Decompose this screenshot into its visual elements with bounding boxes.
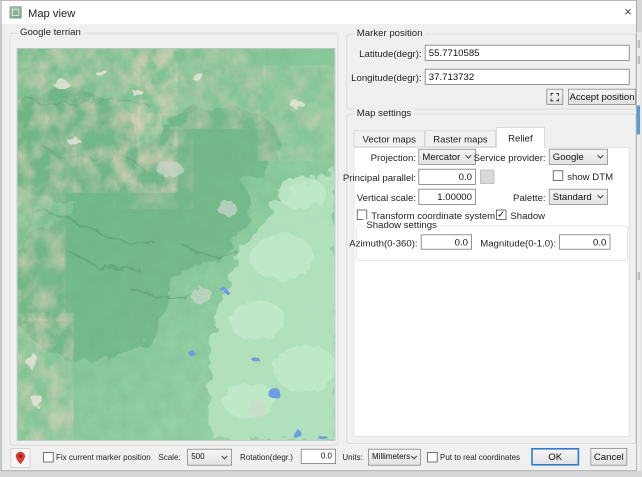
fix-marker-label: Fix current marker position	[56, 453, 151, 463]
palette-label: Palette:	[513, 192, 546, 204]
put-real-coordinates-label: Put to real coordinates	[440, 453, 521, 463]
app-icon	[9, 6, 22, 19]
palette-value: Standard	[552, 191, 592, 203]
focus-corners-icon	[550, 92, 559, 101]
palette-select[interactable]: Standard	[548, 188, 608, 205]
google-terrain-group-label: Google terrian	[16, 26, 85, 38]
center-on-marker-button[interactable]	[546, 88, 564, 105]
chevron-down-icon	[221, 455, 228, 460]
service-provider-select[interactable]: Google	[548, 148, 608, 165]
cancel-button[interactable]: Cancel	[590, 448, 628, 466]
screen: Map view × Google terrian Marker positio…	[0, 0, 642, 477]
title-bar[interactable]: Map view ×	[1, 0, 637, 25]
marker-tool-button[interactable]	[10, 448, 31, 468]
shadow-settings-group-label: Shadow settings	[363, 219, 441, 231]
screen-edge-artifact	[636, 32, 642, 471]
chevron-down-icon	[597, 154, 604, 159]
latitude-input[interactable]	[424, 44, 630, 61]
units-label: Units:	[342, 453, 363, 463]
tab-vector-maps[interactable]: Vector maps	[353, 130, 425, 148]
put-real-coordinates-checkbox[interactable]	[427, 452, 438, 463]
show-dtm-checkbox[interactable]	[552, 170, 564, 181]
map-view-dialog: Map view × Google terrian Marker positio…	[0, 0, 637, 472]
ok-button[interactable]: OK	[531, 448, 580, 466]
principal-parallel-input[interactable]	[418, 168, 476, 185]
magnitude-input[interactable]	[559, 234, 611, 250]
chevron-down-icon	[410, 455, 417, 460]
scale-value: 500	[191, 452, 205, 462]
red-map-pin-icon	[15, 451, 25, 465]
map-settings-group-label: Map settings	[353, 107, 415, 119]
scale-label: Scale:	[158, 453, 181, 463]
marker-position-group-label: Marker position	[353, 27, 426, 39]
fix-marker-checkbox[interactable]	[43, 452, 54, 463]
service-provider-label: Service provider:	[473, 152, 546, 164]
latitude-label: Latitude(degr):	[359, 48, 422, 60]
scale-select[interactable]: 500	[187, 448, 232, 466]
longitude-label: Longitude(degr):	[351, 72, 422, 84]
units-value: Millimeters	[372, 452, 411, 462]
vertical-scale-input[interactable]	[418, 188, 476, 205]
accept-position-button[interactable]: Accept position	[568, 88, 636, 105]
window-title: Map view	[28, 6, 76, 20]
vertical-scale-label: Vertical scale:	[356, 192, 416, 204]
principal-parallel-label: Principal parallel:	[342, 172, 416, 184]
azimuth-input[interactable]	[420, 234, 472, 250]
chevron-down-icon	[597, 194, 604, 199]
check-icon: ✓	[497, 208, 506, 220]
magnitude-label: Magnitude(0-1.0):	[480, 237, 556, 249]
terrain-map-image	[17, 48, 335, 441]
principal-parallel-picker-button	[480, 169, 495, 184]
tab-raster-maps[interactable]: Raster maps	[424, 130, 496, 148]
service-provider-value: Google	[552, 151, 584, 163]
longitude-input[interactable]	[424, 68, 630, 85]
terrain-map[interactable]	[16, 48, 336, 441]
projection-label: Projection:	[370, 152, 416, 164]
tab-relief[interactable]: Relief	[496, 127, 545, 148]
rotation-label: Rotation(degr.)	[240, 453, 293, 463]
show-dtm-label: show DTM	[567, 171, 614, 183]
shadow-label: Shadow	[510, 210, 546, 222]
shadow-checkbox[interactable]: ✓	[496, 208, 507, 220]
rotation-input[interactable]	[300, 448, 336, 464]
close-icon[interactable]: ×	[619, 4, 637, 22]
units-select[interactable]: Millimeters	[368, 448, 421, 466]
azimuth-label: Azimuth(0-360):	[349, 237, 418, 249]
